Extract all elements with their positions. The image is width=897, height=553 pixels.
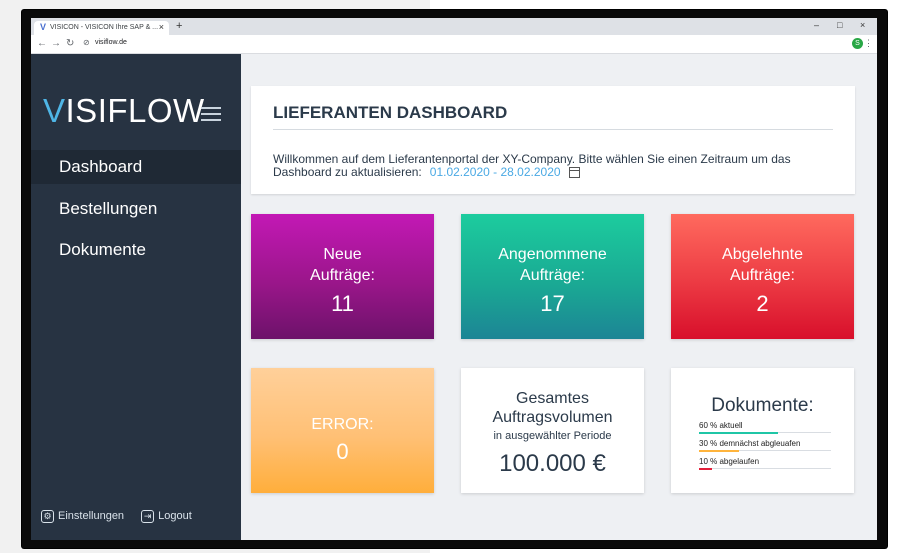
tile-rejected-orders[interactable]: Abgelehnte Aufträge: 2 (671, 214, 854, 339)
doc-bar-current (699, 432, 779, 434)
forward-arrow-icon[interactable]: → (51, 38, 61, 49)
browser-menu-icon[interactable]: ⋮ (864, 38, 873, 48)
intro-text: Willkommen auf dem Lieferantenportal der… (273, 152, 791, 179)
main-content: LIEFERANTEN DASHBOARD Willkommen auf dem… (241, 54, 877, 540)
visiflow-favicon-icon: V (40, 22, 47, 32)
sidebar-item-bestellungen[interactable]: Bestellungen (31, 192, 241, 226)
sidebar-footer: ⚙ Einstellungen ⇥ Logout (41, 510, 192, 523)
browser-window: V VISICON - VISICON Ihre SAP & ... × + –… (31, 18, 877, 540)
visiflow-logo: VISIFLOW (43, 92, 205, 129)
tile-new-orders[interactable]: Neue Aufträge: 11 (251, 214, 434, 339)
url-field[interactable]: visiflow.de (95, 39, 127, 46)
sidebar-item-dashboard[interactable]: Dashboard (31, 150, 241, 184)
accepted-orders-count: 17 (540, 291, 565, 316)
new-orders-count: 11 (331, 291, 354, 316)
tile-documents[interactable]: Dokumente: 60 % aktuell 30 % demnächst a… (671, 368, 854, 493)
logout-icon: ⇥ (141, 510, 155, 523)
tile-order-volume[interactable]: Gesamtes Auftragsvolumen in ausgewählter … (461, 368, 644, 493)
rejected-orders-count: 2 (756, 291, 769, 316)
sidebar-item-dokumente[interactable]: Dokumente (31, 233, 241, 267)
doc-row-expired: 10 % abgelaufen (699, 457, 831, 470)
close-window-button[interactable]: × (860, 20, 865, 30)
error-count: 0 (336, 439, 349, 464)
profile-avatar[interactable]: S (852, 38, 863, 49)
reload-icon[interactable]: ↻ (66, 38, 74, 49)
new-tab-button[interactable]: + (176, 20, 182, 32)
dashboard-header-card: LIEFERANTEN DASHBOARD Willkommen auf dem… (251, 86, 855, 194)
back-arrow-icon[interactable]: ← (37, 38, 47, 49)
logout-link[interactable]: ⇥ Logout (141, 510, 192, 523)
calendar-icon[interactable] (568, 167, 580, 179)
doc-row-expiring: 30 % demnächst abgleuafen (699, 439, 831, 452)
maximize-button[interactable]: □ (837, 20, 842, 30)
settings-link[interactable]: ⚙ Einstellungen (41, 510, 127, 523)
tab-close-icon[interactable]: × (159, 23, 164, 32)
date-range-picker[interactable]: 01.02.2020 - 28.02.2020 (430, 165, 561, 179)
doc-bar-expiring (699, 450, 739, 452)
divider (273, 129, 833, 130)
tab-title: VISICON - VISICON Ihre SAP & ... (50, 24, 159, 31)
tab-bar: V VISICON - VISICON Ihre SAP & ... × + –… (31, 18, 877, 35)
doc-bar-expired (699, 468, 713, 470)
order-volume-value: 100.000 € (499, 450, 606, 477)
sidebar: VISIFLOW Dashboard Bestellungen Dokument… (31, 54, 241, 540)
page-title: LIEFERANTEN DASHBOARD (273, 103, 508, 122)
gear-icon: ⚙ (41, 510, 54, 523)
site-info-icon[interactable]: ⊘ (83, 38, 90, 47)
tile-error[interactable]: ERROR: 0 (251, 368, 434, 493)
hamburger-menu-icon[interactable] (201, 107, 221, 125)
doc-row-current: 60 % aktuell (699, 421, 831, 434)
address-bar: ← → ↻ ⊘ visiflow.de S ⋮ (31, 35, 877, 54)
tile-accepted-orders[interactable]: Angenommene Aufträge: 17 (461, 214, 644, 339)
browser-tab[interactable]: V VISICON - VISICON Ihre SAP & ... × (34, 21, 169, 35)
minimize-button[interactable]: – (814, 20, 819, 30)
